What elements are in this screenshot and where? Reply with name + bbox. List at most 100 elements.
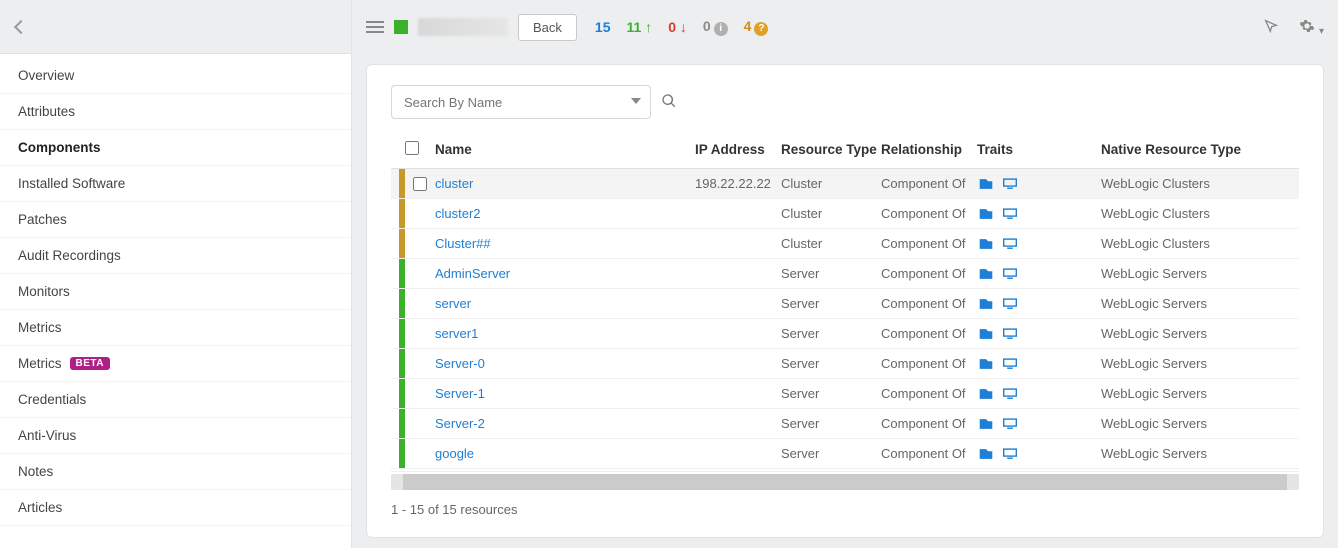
cell-relationship: Component Of — [881, 176, 977, 191]
question-icon: ? — [754, 22, 768, 36]
cell-type: Server — [781, 266, 881, 281]
stat-total: 15 — [595, 19, 611, 35]
sidebar-item-label: Installed Software — [18, 176, 125, 191]
cell-native-type: WebLogic Servers — [1101, 446, 1299, 461]
status-indicator-icon — [394, 20, 408, 34]
cell-relationship: Component Of — [881, 326, 977, 341]
cell-type: Server — [781, 386, 881, 401]
sidebar-item-attributes[interactable]: Attributes — [0, 94, 351, 130]
sidebar-item-installed-software[interactable]: Installed Software — [0, 166, 351, 202]
sidebar-item-label: Patches — [18, 212, 67, 227]
cell-type: Server — [781, 296, 881, 311]
col-traits[interactable]: Traits — [977, 142, 1101, 157]
cursor-icon[interactable] — [1263, 18, 1279, 37]
resource-name-link[interactable]: server — [435, 296, 471, 311]
main-area: Back 15 11 0 0i 4? ▾ — [352, 0, 1338, 548]
sidebar-item-components[interactable]: Components — [0, 130, 351, 166]
sidebar-item-metrics-beta[interactable]: MetricsBETA — [0, 346, 351, 382]
cell-relationship: Component Of — [881, 356, 977, 371]
sidebar-item-credentials[interactable]: Credentials — [0, 382, 351, 418]
select-all-checkbox[interactable] — [405, 141, 419, 155]
col-rel[interactable]: Relationship — [881, 142, 977, 157]
table-body[interactable]: cluster198.22.22.22ClusterComponent OfWe… — [391, 169, 1299, 472]
resource-name-link[interactable]: cluster2 — [435, 206, 481, 221]
status-edge-icon — [399, 349, 405, 378]
sidebar-item-label: Audit Recordings — [18, 248, 121, 263]
sidebar-item-label: Anti-Virus — [18, 428, 76, 443]
gear-icon[interactable]: ▾ — [1299, 18, 1324, 37]
status-edge-icon — [399, 319, 405, 348]
trait-icons[interactable] — [977, 327, 1101, 341]
resource-name-link[interactable]: Server-2 — [435, 416, 485, 431]
back-chevron-icon[interactable] — [14, 19, 28, 33]
trait-icons[interactable] — [977, 297, 1101, 311]
stat-up: 11 — [626, 19, 652, 35]
col-name[interactable]: Name — [435, 142, 695, 157]
status-edge-icon — [399, 439, 405, 468]
sidebar-item-anti-virus[interactable]: Anti-Virus — [0, 418, 351, 454]
table-row[interactable]: Server-1ServerComponent OfWebLogic Serve… — [391, 379, 1299, 409]
col-type[interactable]: Resource Type — [781, 142, 881, 157]
table-row[interactable]: googleServerComponent OfWebLogic Servers — [391, 439, 1299, 469]
sidebar-item-label: Metrics — [18, 356, 62, 371]
search-icon[interactable] — [661, 93, 677, 112]
cell-relationship: Component Of — [881, 236, 977, 251]
resource-name-link[interactable]: Cluster## — [435, 236, 491, 251]
cell-relationship: Component Of — [881, 386, 977, 401]
resource-name-link[interactable]: server1 — [435, 326, 478, 341]
sidebar-item-label: Overview — [18, 68, 74, 83]
back-button[interactable]: Back — [518, 14, 577, 41]
stat-down: 0 — [668, 19, 687, 35]
trait-icons[interactable] — [977, 387, 1101, 401]
table-row[interactable]: AdminServerServerComponent OfWebLogic Se… — [391, 259, 1299, 289]
trait-icons[interactable] — [977, 417, 1101, 431]
sidebar-item-label: Components — [18, 140, 101, 155]
sidebar-item-label: Attributes — [18, 104, 75, 119]
status-edge-icon — [399, 229, 405, 258]
cell-type: Server — [781, 416, 881, 431]
col-ip[interactable]: IP Address — [695, 142, 781, 157]
cell-native-type: WebLogic Clusters — [1101, 176, 1299, 191]
table-row[interactable]: cluster198.22.22.22ClusterComponent OfWe… — [391, 169, 1299, 199]
row-checkbox[interactable] — [413, 177, 427, 191]
search-input[interactable] — [391, 85, 651, 119]
trait-icons[interactable] — [977, 357, 1101, 371]
trait-icons[interactable] — [977, 207, 1101, 221]
sidebar-item-audit-recordings[interactable]: Audit Recordings — [0, 238, 351, 274]
table-row[interactable]: Server-0ServerComponent OfWebLogic Serve… — [391, 349, 1299, 379]
sidebar-item-label: Credentials — [18, 392, 86, 407]
cell-type: Server — [781, 446, 881, 461]
cell-native-type: WebLogic Servers — [1101, 356, 1299, 371]
resource-name-link[interactable]: Server-1 — [435, 386, 485, 401]
stat-unknown: 0i — [703, 18, 728, 36]
col-native[interactable]: Native Resource Type — [1101, 142, 1299, 157]
table-row[interactable]: server1ServerComponent OfWebLogic Server… — [391, 319, 1299, 349]
resource-name-link[interactable]: cluster — [435, 176, 473, 191]
cell-relationship: Component Of — [881, 266, 977, 281]
sidebar-item-notes[interactable]: Notes — [0, 454, 351, 490]
hamburger-icon[interactable] — [366, 18, 384, 36]
cell-relationship: Component Of — [881, 296, 977, 311]
trait-icons[interactable] — [977, 267, 1101, 281]
resource-name-link[interactable]: google — [435, 446, 474, 461]
info-icon: i — [714, 22, 728, 36]
table-row[interactable]: serverServerComponent OfWebLogic Servers — [391, 289, 1299, 319]
resource-name-link[interactable]: AdminServer — [435, 266, 510, 281]
sidebar-item-metrics[interactable]: Metrics — [0, 310, 351, 346]
sidebar-item-patches[interactable]: Patches — [0, 202, 351, 238]
sidebar-item-overview[interactable]: Overview — [0, 58, 351, 94]
trait-icons[interactable] — [977, 237, 1101, 251]
sidebar-header — [0, 0, 351, 54]
table-row[interactable]: Cluster##ClusterComponent OfWebLogic Clu… — [391, 229, 1299, 259]
trait-icons[interactable] — [977, 177, 1101, 191]
horizontal-scrollbar[interactable] — [391, 474, 1299, 490]
sidebar-item-articles[interactable]: Articles — [0, 490, 351, 526]
status-edge-icon — [399, 199, 405, 228]
trait-icons[interactable] — [977, 447, 1101, 461]
table-row[interactable]: cluster2ClusterComponent OfWebLogic Clus… — [391, 199, 1299, 229]
resource-name-link[interactable]: Server-0 — [435, 356, 485, 371]
table-row[interactable]: Server-2ServerComponent OfWebLogic Serve… — [391, 409, 1299, 439]
sidebar-item-monitors[interactable]: Monitors — [0, 274, 351, 310]
cell-native-type: WebLogic Servers — [1101, 416, 1299, 431]
status-edge-icon — [399, 379, 405, 408]
